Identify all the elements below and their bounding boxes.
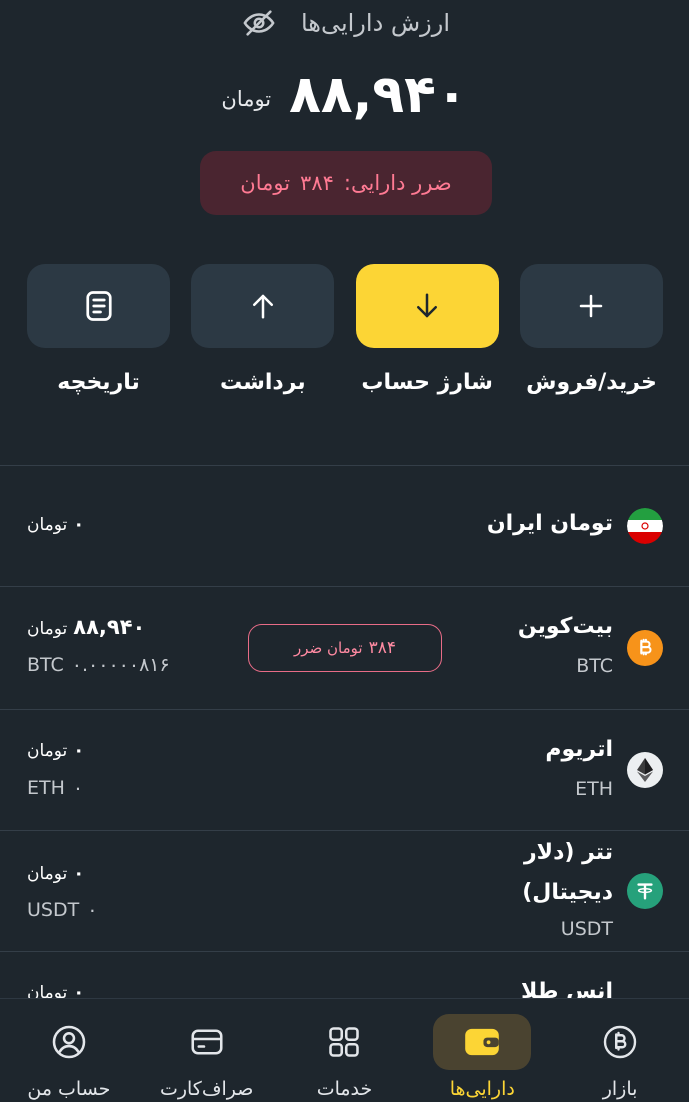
asset-toman-value: ۰ تومان xyxy=(27,740,84,761)
history-label: تاریخچه xyxy=(57,370,140,395)
asset-toman-value: ۰ تومان xyxy=(27,514,84,535)
tether-icon xyxy=(627,873,663,909)
nav-services-label: خدمات xyxy=(316,1078,373,1100)
coin-amount: ۰ xyxy=(72,777,84,799)
total-balance: ۸۸,۹۴۰ تومان xyxy=(0,60,689,130)
asset-symbol: ETH xyxy=(575,778,613,800)
loss-unit: تومان xyxy=(240,171,291,195)
withdraw-action[interactable]: برداشت xyxy=(191,264,335,395)
asset-row-btc[interactable]: بیت‌کوین BTC ۳۸۴ تومان ضرر ۸۸,۹۴۰ تومان … xyxy=(0,587,689,709)
plus-icon xyxy=(580,294,603,318)
toman-amount: ۰ xyxy=(73,863,85,884)
ethereum-icon xyxy=(627,752,663,788)
nav-market[interactable]: بازار xyxy=(560,999,680,1102)
wallet-icon xyxy=(465,1028,500,1056)
coin-unit: BTC xyxy=(27,654,64,676)
nav-assets[interactable]: دارایی‌ها xyxy=(422,999,542,1102)
coin-amount: ۰ xyxy=(87,899,98,921)
user-icon xyxy=(52,1025,86,1059)
nav-services[interactable]: خدمات xyxy=(284,999,404,1102)
buy-sell-button[interactable] xyxy=(519,264,663,348)
quick-actions: خرید/فروش شارژ حساب برداشت تاریخچه xyxy=(27,264,663,395)
bitcoin-icon xyxy=(627,630,663,666)
balance-unit: تومان xyxy=(221,87,272,111)
toman-amount: ۰ xyxy=(73,514,85,535)
asset-name: بیت‌کوین xyxy=(517,614,613,639)
assets-header: ارزش دارایی‌ها xyxy=(0,0,689,46)
iran-flag-icon xyxy=(627,508,663,544)
toman-unit: تومان xyxy=(27,864,68,884)
buy-sell-action[interactable]: خرید/فروش xyxy=(519,264,663,395)
withdraw-button[interactable] xyxy=(191,264,335,348)
nav-icon-wrap xyxy=(295,1014,393,1070)
nav-card-exchange-label: صراف‌کارت xyxy=(159,1078,254,1100)
buy-sell-label: خرید/فروش xyxy=(526,370,657,395)
nav-icon-wrap xyxy=(20,1014,118,1070)
asset-name: انس طلا xyxy=(521,979,613,998)
history-action[interactable]: تاریخچه xyxy=(27,264,170,395)
deposit-label: شارژ حساب xyxy=(361,370,493,395)
hide-balance-icon[interactable] xyxy=(239,3,279,43)
nav-my-account[interactable]: حساب من xyxy=(9,999,129,1102)
coin-unit: ETH xyxy=(27,777,65,799)
asset-loss-badge: ۳۸۴ تومان ضرر xyxy=(248,624,442,672)
asset-toman-value: ۸۸,۹۴۰ تومان xyxy=(27,615,145,639)
bottom-navigation: بازار دارایی‌ها خدمات xyxy=(0,998,689,1102)
portfolio-loss-badge: ضرر دارایی: ۳۸۴ تومان xyxy=(200,151,492,215)
asset-name: اتریوم xyxy=(545,737,613,762)
withdraw-label: برداشت xyxy=(219,370,306,395)
nav-icon-wrap xyxy=(158,1014,256,1070)
asset-row-usdt[interactable]: تتر (دلار دیجیتال) USDT ۰ تومان USDT ۰ xyxy=(0,831,689,951)
toman-unit: تومان xyxy=(27,983,68,998)
deposit-action[interactable]: شارژ حساب xyxy=(355,264,499,395)
asset-coin-amount: ETH ۰ xyxy=(27,777,83,799)
asset-name: تومان ایران xyxy=(486,511,613,536)
nav-icon-wrap xyxy=(433,1014,532,1070)
coin-amount: ۰.۰۰۰۰۰۸۱۶ xyxy=(71,654,170,676)
toman-amount: ۰ xyxy=(73,740,85,761)
nav-card-exchange[interactable]: صراف‌کارت xyxy=(147,999,267,1102)
asset-loss-text: تومان ضرر xyxy=(294,639,363,657)
asset-row-toman[interactable]: تومان ایران ۰ تومان xyxy=(0,466,689,586)
asset-coin-amount: USDT ۰ xyxy=(27,899,97,921)
toman-amount: ۰ xyxy=(73,982,85,998)
loss-value: ۳۸۴ xyxy=(300,171,334,195)
asset-row-eth[interactable]: اتریوم ETH ۰ تومان ETH ۰ xyxy=(0,710,689,830)
nav-assets-label: دارایی‌ها xyxy=(449,1078,515,1100)
history-button[interactable] xyxy=(27,264,170,348)
bitcoin-circle-icon xyxy=(603,1025,637,1059)
coin-unit: USDT xyxy=(27,899,80,921)
asset-loss-value: ۳۸۴ xyxy=(368,638,396,658)
asset-coin-amount: BTC ۰.۰۰۰۰۰۸۱۶ xyxy=(27,654,170,676)
asset-toman-value: ۰ تومان xyxy=(27,863,84,884)
nav-icon-wrap xyxy=(571,1014,669,1070)
arrow-down-icon xyxy=(417,293,438,318)
toman-unit: تومان xyxy=(27,619,68,639)
deposit-button[interactable] xyxy=(355,264,499,348)
grid-icon xyxy=(329,1027,360,1057)
assets-page: ارزش دارایی‌ها ۸۸,۹۴۰ تومان ضرر دارایی: … xyxy=(0,0,689,1102)
asset-symbol: USDT xyxy=(560,918,613,940)
arrow-up-icon xyxy=(252,294,273,319)
loss-label: ضرر دارایی: xyxy=(343,171,452,195)
nav-my-account-label: حساب من xyxy=(27,1078,111,1100)
page-title: ارزش دارایی‌ها xyxy=(300,9,451,37)
card-icon xyxy=(191,1029,223,1055)
toman-amount: ۸۸,۹۴۰ xyxy=(73,615,146,639)
balance-value: ۸۸,۹۴۰ xyxy=(289,65,468,125)
asset-symbol: BTC xyxy=(576,655,613,677)
asset-row-gold[interactable]: انس طلا ۰ تومان xyxy=(0,952,689,998)
nav-market-label: بازار xyxy=(602,1078,638,1100)
toman-unit: تومان xyxy=(27,741,68,761)
toman-unit: تومان xyxy=(27,515,68,535)
document-icon xyxy=(85,291,112,321)
asset-toman-value: ۰ تومان xyxy=(27,982,84,998)
asset-name: تتر (دلار دیجیتال) xyxy=(522,840,613,905)
